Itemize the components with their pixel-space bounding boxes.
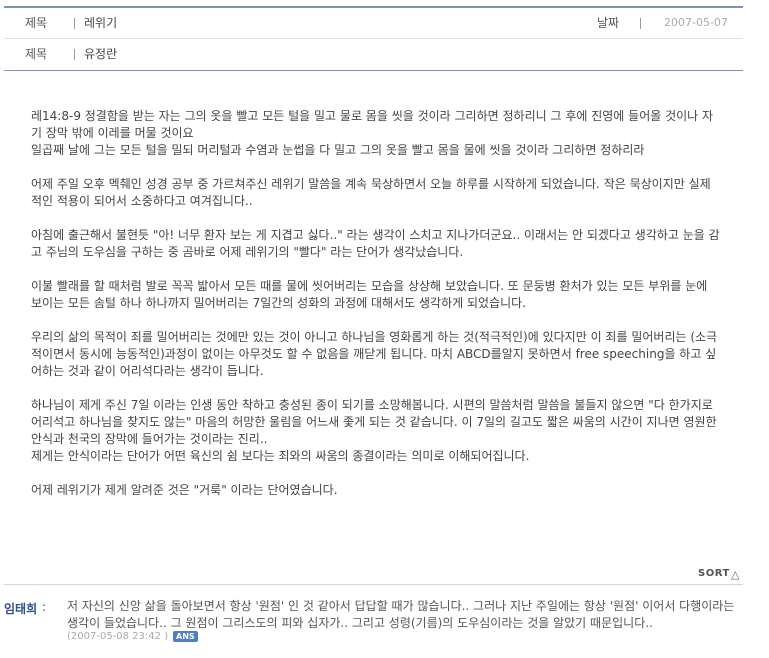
body-paragraph: 어제 레위기가 제게 알려준 것은 "거룩" 이라는 단어였습니다. xyxy=(31,483,338,497)
title-label: 제목 xyxy=(25,16,48,30)
body-paragraph: 우리의 삶의 목적이 죄를 밀어버리는 것에만 있는 것이 아니고 하나님을 영… xyxy=(31,330,718,378)
sort-button[interactable]: SORT xyxy=(698,568,730,579)
body-paragraph: 레14:8-9 정결함을 받는 자는 그의 옷을 빨고 모든 털을 밀고 물로 … xyxy=(31,109,714,157)
body-paragraph: 이불 빨래를 할 때처럼 발로 꼭꼭 밟아서 모든 때를 물에 씻어버리는 모습… xyxy=(31,279,712,310)
comment-author-colon: : xyxy=(42,600,47,614)
body-paragraph: 어제 주일 오후 멕췌인 성경 공부 중 가르쳐주신 레위기 말씀을 계속 묵상… xyxy=(31,177,711,208)
title-row: 제목 레위기 날짜 2007-05-07 xyxy=(4,8,743,39)
body-paragraph: 아침에 출근해서 불현듯 "아! 너무 환자 보는 게 지겹고 싫다.." 라는… xyxy=(31,228,720,259)
comment-author: 임태희 xyxy=(4,602,38,616)
comment-divider xyxy=(4,584,743,585)
triangle-up-icon[interactable]: △ xyxy=(731,568,739,581)
post-body: 레14:8-9 정결함을 받는 자는 그의 옷을 빨고 모든 털을 밀고 물로 … xyxy=(31,108,721,499)
date-label: 날짜 xyxy=(597,16,620,30)
post-title: 레위기 xyxy=(84,16,118,30)
body-paragraph: 하나님이 제게 주신 7일 이라는 인생 동안 착하고 충성된 종이 되기를 소… xyxy=(31,398,717,463)
reply-badge[interactable]: ANS xyxy=(173,631,198,642)
date-separator xyxy=(640,18,641,29)
title-separator xyxy=(74,18,75,29)
comment-text: 저 자신의 신앙 삶을 돌아보면서 항상 '원점' 인 것 같아서 답답할 때가… xyxy=(67,599,735,630)
post-subject: 유정란 xyxy=(84,47,118,61)
comment-timestamp: (2007-05-08 23:42 ) xyxy=(67,631,169,642)
header-bottom-rule xyxy=(4,70,743,71)
subject-row: 제목 유정란 xyxy=(4,39,743,69)
subject-label: 제목 xyxy=(25,47,48,61)
subject-separator xyxy=(74,49,75,60)
post-date: 2007-05-07 xyxy=(664,16,728,29)
